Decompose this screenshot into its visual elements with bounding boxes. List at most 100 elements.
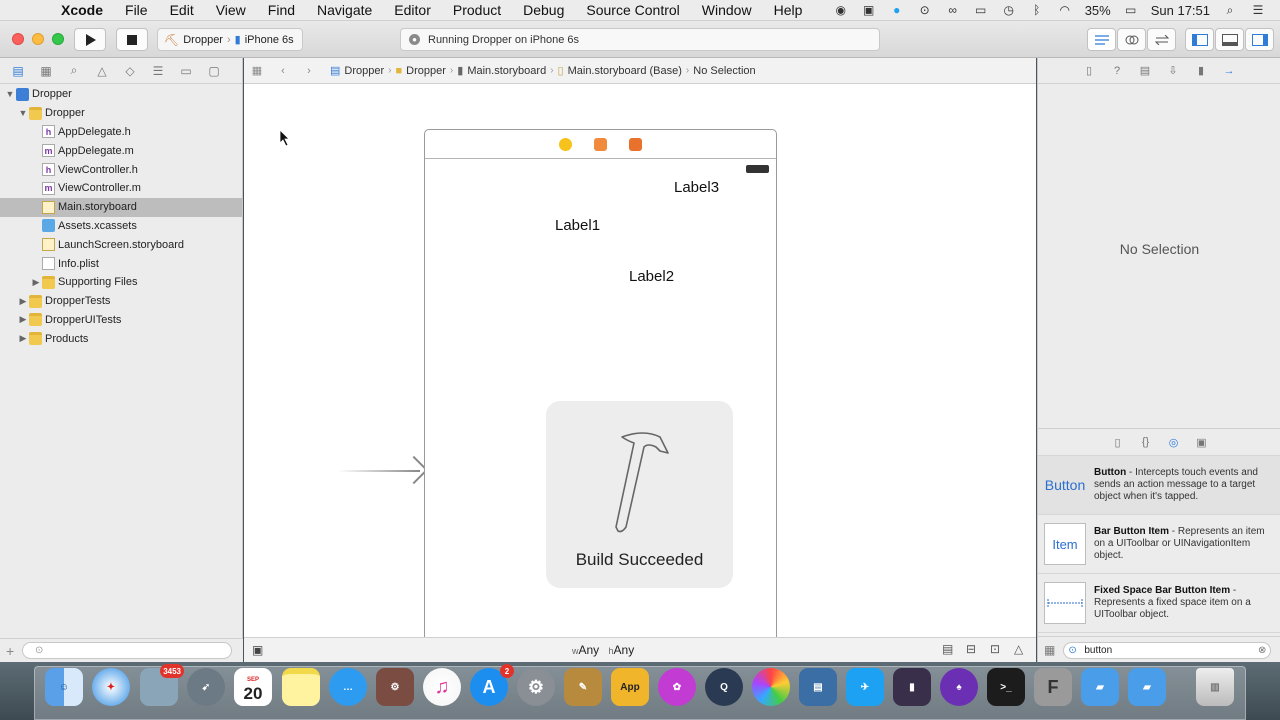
list-item[interactable]: LaunchScreen.storyboard: [0, 235, 242, 254]
media-library-icon[interactable]: ▣: [1195, 435, 1209, 449]
navigator-filter-input[interactable]: ⊙: [22, 642, 233, 659]
disclosure-triangle-icon[interactable]: ▼: [17, 108, 29, 118]
report-icon[interactable]: ▢: [206, 63, 222, 79]
minimize-window-button[interactable]: [32, 33, 44, 45]
list-item[interactable]: ▼ Dropper: [0, 85, 242, 104]
upload-icon[interactable]: ⊙: [917, 3, 933, 17]
breadcrumb-selection[interactable]: No Selection: [693, 65, 755, 77]
label1[interactable]: Label1: [555, 217, 600, 234]
view-controller-icon[interactable]: [559, 137, 572, 151]
file-inspector-icon[interactable]: ▯: [1082, 64, 1096, 78]
twitter-menu-icon[interactable]: ●: [889, 3, 905, 17]
align-icon[interactable]: ⊟: [966, 642, 976, 656]
xcode-dock-icon[interactable]: ▰: [1081, 668, 1119, 706]
disclosure-triangle-icon[interactable]: ▶: [17, 333, 29, 344]
zoom-window-button[interactable]: [52, 33, 64, 45]
library-item-button[interactable]: Button Button - Intercepts touch events …: [1038, 456, 1280, 515]
connections-inspector-icon[interactable]: →: [1222, 64, 1236, 78]
menu-help[interactable]: Help: [763, 2, 814, 18]
airplay-icon[interactable]: ▭: [973, 3, 989, 17]
calendar-icon[interactable]: SEP 20: [234, 668, 272, 706]
purple-app-icon[interactable]: ♠: [940, 668, 978, 706]
record-icon[interactable]: ◉: [833, 3, 849, 17]
list-item[interactable]: ▶ DropperTests: [0, 292, 242, 311]
menu-window[interactable]: Window: [691, 2, 763, 18]
close-window-button[interactable]: [12, 33, 24, 45]
menu-editor[interactable]: Editor: [383, 2, 442, 18]
library-item-bar-button[interactable]: Item Bar Button Item - Represents an ite…: [1038, 515, 1280, 574]
disclosure-triangle-icon[interactable]: ▶: [17, 314, 29, 325]
list-item[interactable]: h AppDelegate.h: [0, 123, 242, 142]
menu-product[interactable]: Product: [442, 2, 512, 18]
photos-icon[interactable]: [752, 668, 790, 706]
object-library-icon[interactable]: ◎: [1167, 435, 1181, 449]
size-class-control[interactable]: wAny hAny: [572, 643, 634, 657]
file-template-icon[interactable]: ▯: [1111, 435, 1125, 449]
code-snippet-icon[interactable]: {}: [1139, 435, 1153, 449]
version-editor-button[interactable]: [1147, 28, 1176, 51]
breadcrumb-file[interactable]: ▮ Main.storyboard: [457, 64, 546, 78]
breakpoint-icon[interactable]: ▭: [178, 63, 194, 79]
breadcrumb-project[interactable]: ▤ Dropper: [330, 64, 384, 78]
wifi-icon[interactable]: ◠: [1057, 3, 1073, 17]
list-item[interactable]: ▶ Supporting Files: [0, 273, 242, 292]
quicktime-icon[interactable]: Q: [705, 668, 743, 706]
glasses-icon[interactable]: ∞: [945, 3, 961, 17]
instruments-icon[interactable]: ▮: [893, 668, 931, 706]
menu-app-name[interactable]: Xcode: [50, 2, 114, 18]
menu-debug[interactable]: Debug: [512, 2, 575, 18]
flower-app-icon[interactable]: ✿: [658, 668, 696, 706]
grid-view-icon[interactable]: ▦: [1044, 643, 1055, 657]
paste-icon[interactable]: ▣: [861, 3, 877, 17]
menu-file[interactable]: File: [114, 2, 159, 18]
launchpad-icon[interactable]: ➹: [187, 668, 225, 706]
disclosure-triangle-icon[interactable]: ▼: [4, 89, 16, 99]
breadcrumb-base[interactable]: ▯ Main.storyboard (Base): [558, 64, 682, 78]
list-item[interactable]: Main.storyboard: [0, 197, 242, 217]
trash-icon[interactable]: ▥: [1196, 668, 1234, 706]
menu-source-control[interactable]: Source Control: [575, 2, 690, 18]
list-item[interactable]: m ViewController.m: [0, 179, 242, 198]
assistant-editor-button[interactable]: [1117, 28, 1146, 51]
library-item-fixed-space[interactable]: Fixed Space Bar Button Item - Represents…: [1038, 574, 1280, 633]
stack-icon[interactable]: ▤: [942, 642, 953, 656]
app-store-icon[interactable]: A 2: [470, 664, 514, 706]
twitter-icon[interactable]: ✈: [846, 668, 884, 706]
itunes-icon[interactable]: ♫: [423, 668, 461, 706]
toggle-utilities-button[interactable]: [1245, 28, 1274, 51]
menu-view[interactable]: View: [205, 2, 257, 18]
attributes-inspector-icon[interactable]: ⇩: [1166, 64, 1180, 78]
breadcrumb-group[interactable]: ■ Dropper: [396, 65, 446, 77]
warning-icon[interactable]: △: [94, 63, 110, 79]
simulator-icon[interactable]: ▰: [1128, 668, 1166, 706]
toolbox-icon[interactable]: ⚙: [376, 668, 414, 706]
document-outline-toggle-icon[interactable]: ▣: [252, 643, 263, 657]
list-item[interactable]: Assets.xcassets: [0, 217, 242, 236]
toggle-debug-area-button[interactable]: [1215, 28, 1244, 51]
utility-app-icon[interactable]: ▤: [799, 668, 837, 706]
test-icon[interactable]: ◇: [122, 63, 138, 79]
terminal-icon[interactable]: >_: [987, 668, 1025, 706]
run-button[interactable]: [74, 28, 106, 51]
notification-center-icon[interactable]: ☰: [1250, 3, 1266, 17]
menu-find[interactable]: Find: [257, 2, 306, 18]
list-item[interactable]: ▼ Dropper: [0, 104, 242, 123]
debug-icon[interactable]: ☰: [150, 63, 166, 79]
list-item[interactable]: m AppDelegate.m: [0, 141, 242, 160]
resolve-icon[interactable]: △: [1014, 642, 1023, 656]
clear-search-icon[interactable]: ⊗: [1258, 645, 1266, 656]
identity-inspector-icon[interactable]: ▤: [1138, 64, 1152, 78]
standard-editor-button[interactable]: [1087, 28, 1116, 51]
symbol-icon[interactable]: ▦: [38, 63, 54, 79]
quick-help-icon[interactable]: ?: [1110, 64, 1124, 78]
messages-icon[interactable]: …: [329, 668, 367, 706]
library-search-input[interactable]: ⊙ button ⊗: [1063, 641, 1272, 659]
back-arrow-icon[interactable]: ‹: [270, 65, 296, 77]
label2[interactable]: Label2: [629, 268, 674, 285]
pin-icon[interactable]: ⊡: [990, 642, 1000, 656]
toggle-navigator-button[interactable]: [1185, 28, 1214, 51]
related-items-icon[interactable]: ▦: [244, 64, 270, 77]
finder-icon[interactable]: ☺: [45, 668, 83, 706]
stop-button[interactable]: [116, 28, 148, 51]
disclosure-triangle-icon[interactable]: ▶: [17, 296, 29, 307]
